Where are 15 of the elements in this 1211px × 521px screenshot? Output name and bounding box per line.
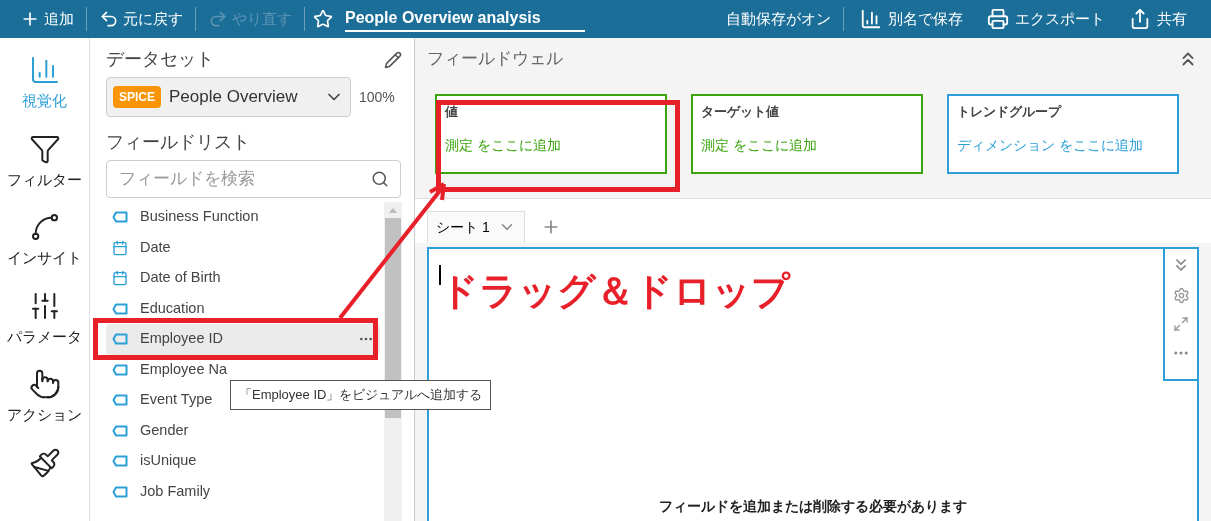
annotation-text: ドラッグ＆ドロップ [440,272,790,310]
field-wells-title: フィールドウェル [427,48,563,70]
dataset-heading: データセット [106,48,214,71]
well-label: トレンドグループ [957,102,1063,121]
well-label: ターゲット値 [701,102,780,121]
spice-badge: SPICE [113,86,161,108]
well-hint: ディメンション をここに追加 [957,136,1144,155]
well-hint: 測定 をここに追加 [701,136,818,155]
dataset-percent: 100% [359,87,395,107]
well-hint: 測定 をここに追加 [445,136,562,155]
tooltip: 「Employee ID」をビジュアルへ追加する [230,380,492,410]
field-list-heading: フィールドリスト [106,131,251,154]
autosave-status: 自動保存がオン [725,8,832,29]
well-label: 値 [445,102,459,121]
visual-message: フィールドを追加または削除する必要があります [659,497,967,516]
